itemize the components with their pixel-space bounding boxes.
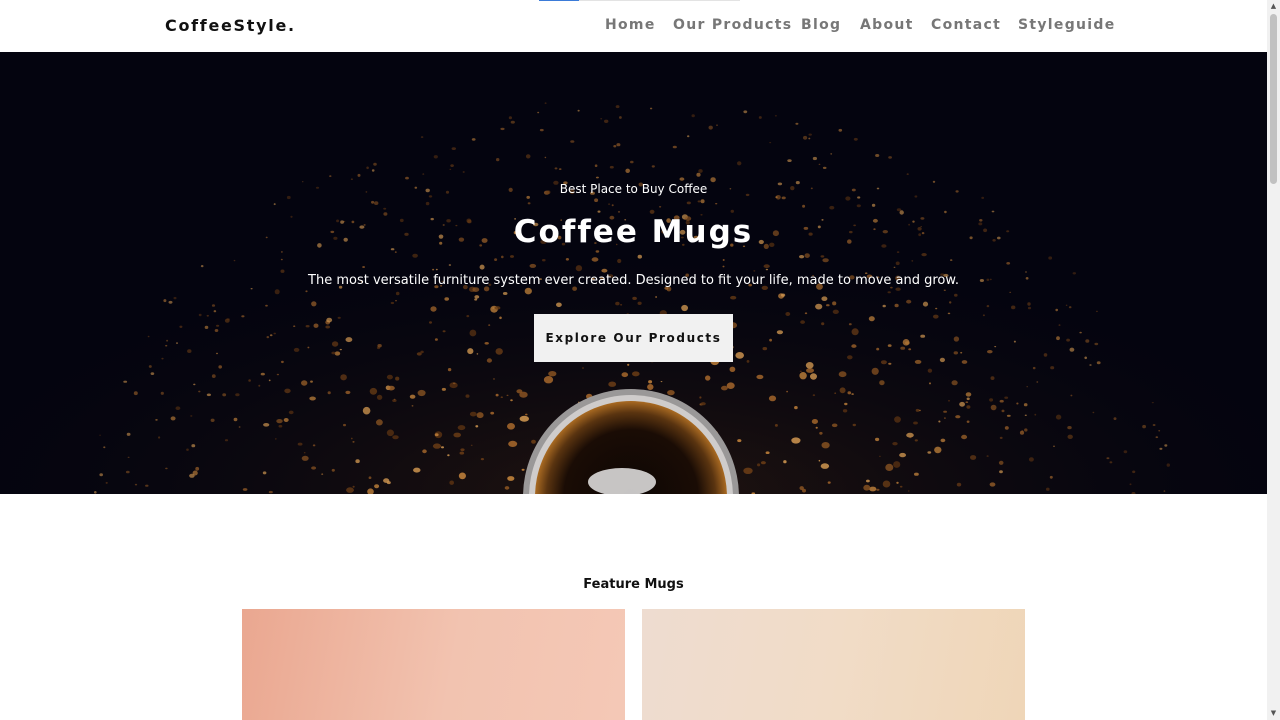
nav-about[interactable]: About	[860, 17, 914, 33]
nav-styleguide[interactable]: Styleguide	[1018, 17, 1116, 33]
hero-description: The most versatile furniture system ever…	[308, 273, 959, 288]
featured-mug-card[interactable]	[242, 609, 625, 720]
hero-section: Best Place to Buy Coffee Coffee Mugs The…	[0, 52, 1267, 494]
nav-contact[interactable]: Contact	[931, 17, 1001, 33]
triangle-down-icon[interactable]: ▼	[1267, 707, 1280, 720]
main-nav: Home Our Products Blog About Contact Sty…	[0, 17, 1267, 37]
site-header: CoffeeStyle. Home Our Products Blog Abou…	[0, 0, 1267, 52]
nav-home[interactable]: Home	[605, 17, 656, 33]
scrollbar-thumb[interactable]	[1270, 14, 1277, 184]
nav-blog[interactable]: Blog	[801, 17, 841, 33]
hero-title: Coffee Mugs	[513, 214, 754, 250]
loading-progress-fill	[539, 0, 579, 1]
page-scrollbar[interactable]: ▲ ▼	[1267, 0, 1280, 720]
featured-mug-card[interactable]	[642, 609, 1025, 720]
explore-products-button[interactable]: Explore Our Products	[534, 314, 733, 362]
page: CoffeeStyle. Home Our Products Blog Abou…	[0, 0, 1267, 720]
nav-our-products[interactable]: Our Products	[673, 17, 792, 33]
featured-section-title: Feature Mugs	[583, 577, 684, 592]
hero-kicker: Best Place to Buy Coffee	[559, 182, 708, 196]
triangle-up-icon[interactable]: ▲	[1267, 0, 1280, 13]
